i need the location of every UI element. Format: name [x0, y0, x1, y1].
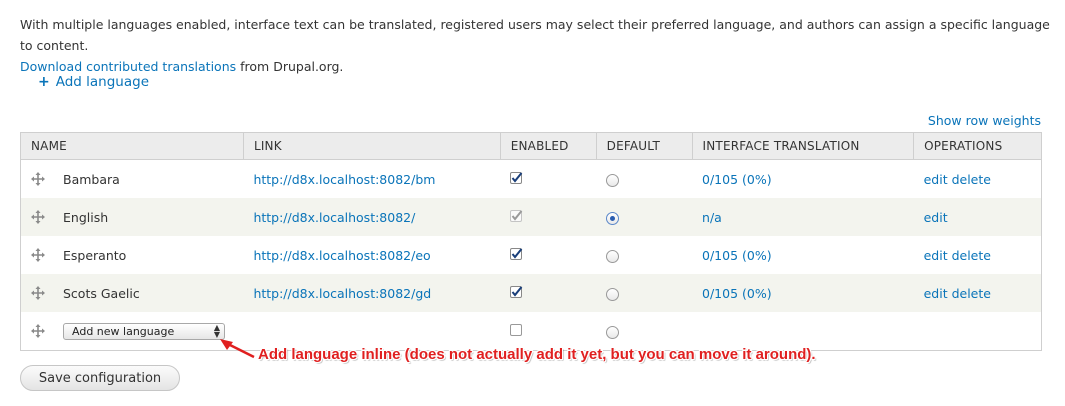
new-language-row: Add new language ▲ ▼ — [21, 312, 1042, 351]
col-header-operations: OPERATIONS — [913, 132, 1042, 160]
default-radio[interactable] — [606, 174, 620, 187]
table-row: Bambara http://d8x.localhost:8082/bm 0/1… — [21, 160, 1042, 199]
table-row: English http://d8x.localhost:8082/ n/a e… — [20, 198, 1042, 236]
drag-handle-icon[interactable] — [31, 324, 45, 338]
table-row: Esperanto http://d8x.localhost:8082/eo 0… — [21, 236, 1042, 274]
default-radio[interactable] — [606, 288, 620, 301]
language-name: Scots Gaelic — [63, 285, 140, 301]
col-header-name: NAME — [20, 132, 244, 160]
download-translations-link[interactable]: Download contributed translations — [20, 59, 236, 74]
translation-status-link[interactable]: 0/105 (0%) — [702, 172, 772, 187]
language-link[interactable]: http://d8x.localhost:8082/ — [253, 210, 415, 225]
delete-link[interactable]: delete — [952, 248, 991, 263]
language-link[interactable]: http://d8x.localhost:8082/gd — [253, 286, 431, 301]
edit-link[interactable]: edit — [924, 286, 948, 301]
language-link[interactable]: http://d8x.localhost:8082/bm — [253, 172, 435, 187]
plus-icon: + — [38, 74, 50, 90]
language-link[interactable]: http://d8x.localhost:8082/eo — [253, 248, 430, 263]
edit-link[interactable]: edit — [924, 172, 948, 187]
translation-status-link[interactable]: 0/105 (0%) — [702, 286, 772, 301]
intro-description: With multiple languages enabled, interfa… — [20, 17, 1050, 53]
language-name: Esperanto — [63, 247, 127, 263]
default-radio[interactable] — [606, 212, 620, 225]
annotation-text: Add language inline (does not actually a… — [258, 346, 816, 363]
table-row: Scots Gaelic http://d8x.localhost:8082/g… — [20, 274, 1042, 312]
enabled-checkbox-unchecked[interactable] — [510, 324, 523, 336]
col-header-interface-translation: INTERFACE TRANSLATION — [691, 132, 914, 160]
language-name: English — [63, 209, 109, 225]
col-header-link: LINK — [242, 132, 501, 160]
edit-link[interactable]: edit — [924, 210, 948, 225]
enabled-checkbox[interactable] — [510, 172, 523, 184]
add-language-label: Add language — [55, 74, 150, 90]
col-header-enabled: ENABLED — [499, 132, 597, 160]
enabled-checkbox-disabled — [510, 210, 523, 222]
default-radio[interactable] — [606, 250, 620, 263]
select-value: Add new language — [72, 324, 175, 338]
enabled-checkbox[interactable] — [510, 286, 523, 298]
annotation-arrow-icon — [220, 339, 255, 359]
drag-handle-icon[interactable] — [31, 248, 45, 262]
enabled-checkbox[interactable] — [510, 248, 523, 260]
intro-text: With multiple languages enabled, interfa… — [20, 14, 1060, 77]
languages-table: NAME LINK ENABLED DEFAULT INTERFACE TRAN… — [20, 132, 1042, 351]
drag-handle-icon[interactable] — [31, 172, 45, 186]
edit-link[interactable]: edit — [924, 248, 948, 263]
delete-link[interactable]: delete — [952, 172, 991, 187]
drag-handle-icon[interactable] — [31, 210, 45, 224]
drag-handle-icon[interactable] — [31, 286, 45, 300]
default-radio[interactable] — [606, 326, 620, 339]
save-configuration-button[interactable]: Save configuration — [20, 365, 180, 391]
delete-link[interactable]: delete — [952, 286, 991, 301]
translation-status-link[interactable]: 0/105 (0%) — [702, 248, 772, 263]
language-name: Bambara — [63, 171, 120, 187]
add-language-link[interactable]: + Add language — [38, 74, 149, 90]
intro-link-suffix: from Drupal.org. — [236, 59, 344, 74]
add-new-language-select[interactable]: Add new language ▲ ▼ — [63, 322, 225, 340]
show-row-weights-link[interactable]: Show row weights — [928, 113, 1041, 128]
col-header-default: DEFAULT — [595, 132, 693, 160]
translation-status: n/a — [702, 209, 722, 225]
table-header-row: NAME LINK ENABLED DEFAULT INTERFACE TRAN… — [20, 132, 1042, 160]
